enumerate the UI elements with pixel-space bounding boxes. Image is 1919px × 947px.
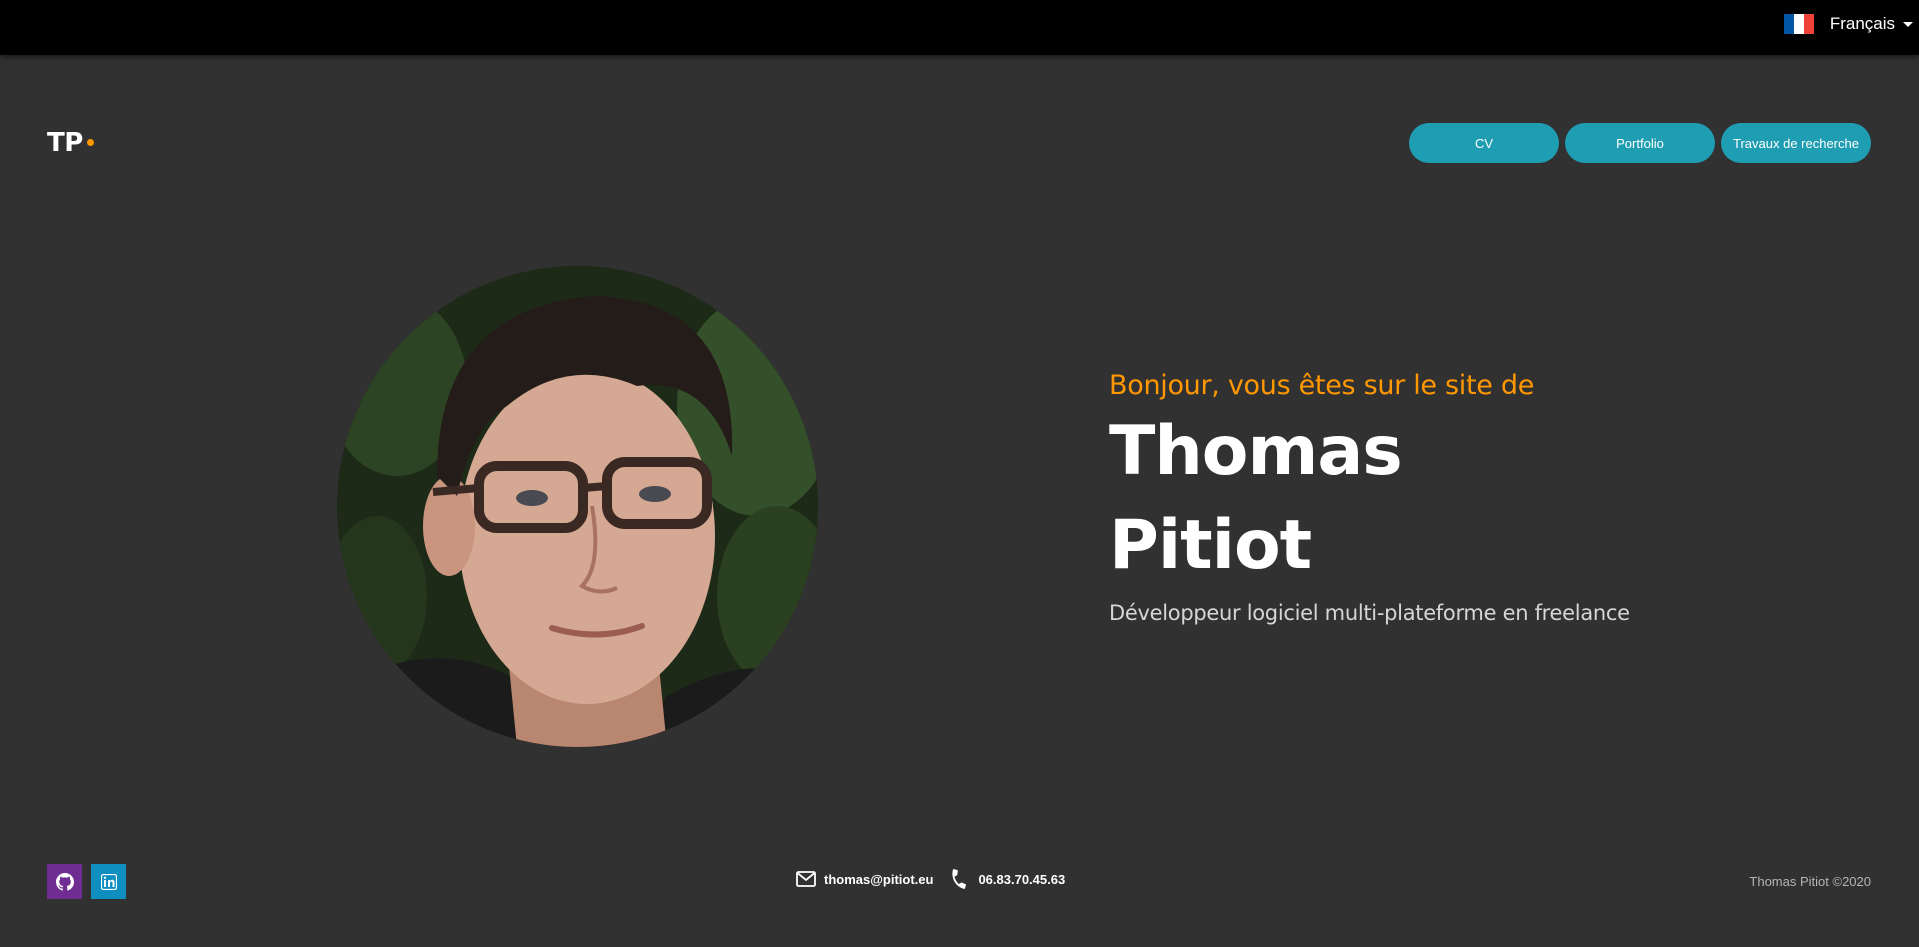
social-links [47,864,126,899]
language-label: Français [1829,14,1895,33]
language-selector[interactable]: Français [1783,12,1913,36]
first-name: Thomas [1109,412,1403,491]
contact-info: thomas@pitiot.eu 06.83.70.45.63 [796,868,1065,890]
job-title: Développeur logiciel multi-plateforme en… [1109,601,1630,625]
phone-link[interactable]: 06.83.70.45.63 [948,868,1065,890]
portfolio-button[interactable]: Portfolio [1565,123,1715,163]
profile-photo [337,266,818,747]
site-logo[interactable]: TP [47,128,94,158]
phone-icon [952,869,967,889]
logo-text: TP [47,128,83,158]
name-heading: Thomas Pitiot [1109,405,1630,593]
last-name: Pitiot [1109,506,1312,585]
mail-icon [796,871,816,887]
chevron-down-icon [1903,21,1913,27]
linkedin-icon [100,873,117,890]
email-link[interactable]: thomas@pitiot.eu [796,871,933,887]
email-text: thomas@pitiot.eu [824,871,934,887]
cv-button[interactable]: CV [1409,123,1559,163]
intro-section: Bonjour, vous êtes sur le site de Thomas… [1109,370,1630,625]
top-bar: Français [0,0,1919,55]
github-icon [55,872,74,891]
phone-text: 06.83.70.45.63 [978,871,1066,887]
main-nav: CV Portfolio Travaux de recherche [1409,123,1871,163]
greeting-text: Bonjour, vous êtes sur le site de [1109,370,1535,401]
linkedin-button[interactable] [91,864,126,899]
france-flag-icon [1783,14,1814,34]
research-button[interactable]: Travaux de recherche [1721,123,1871,163]
logo-dot [86,138,94,146]
github-button[interactable] [47,864,82,899]
copyright-text: Thomas Pitiot ©2020 [1749,874,1871,889]
